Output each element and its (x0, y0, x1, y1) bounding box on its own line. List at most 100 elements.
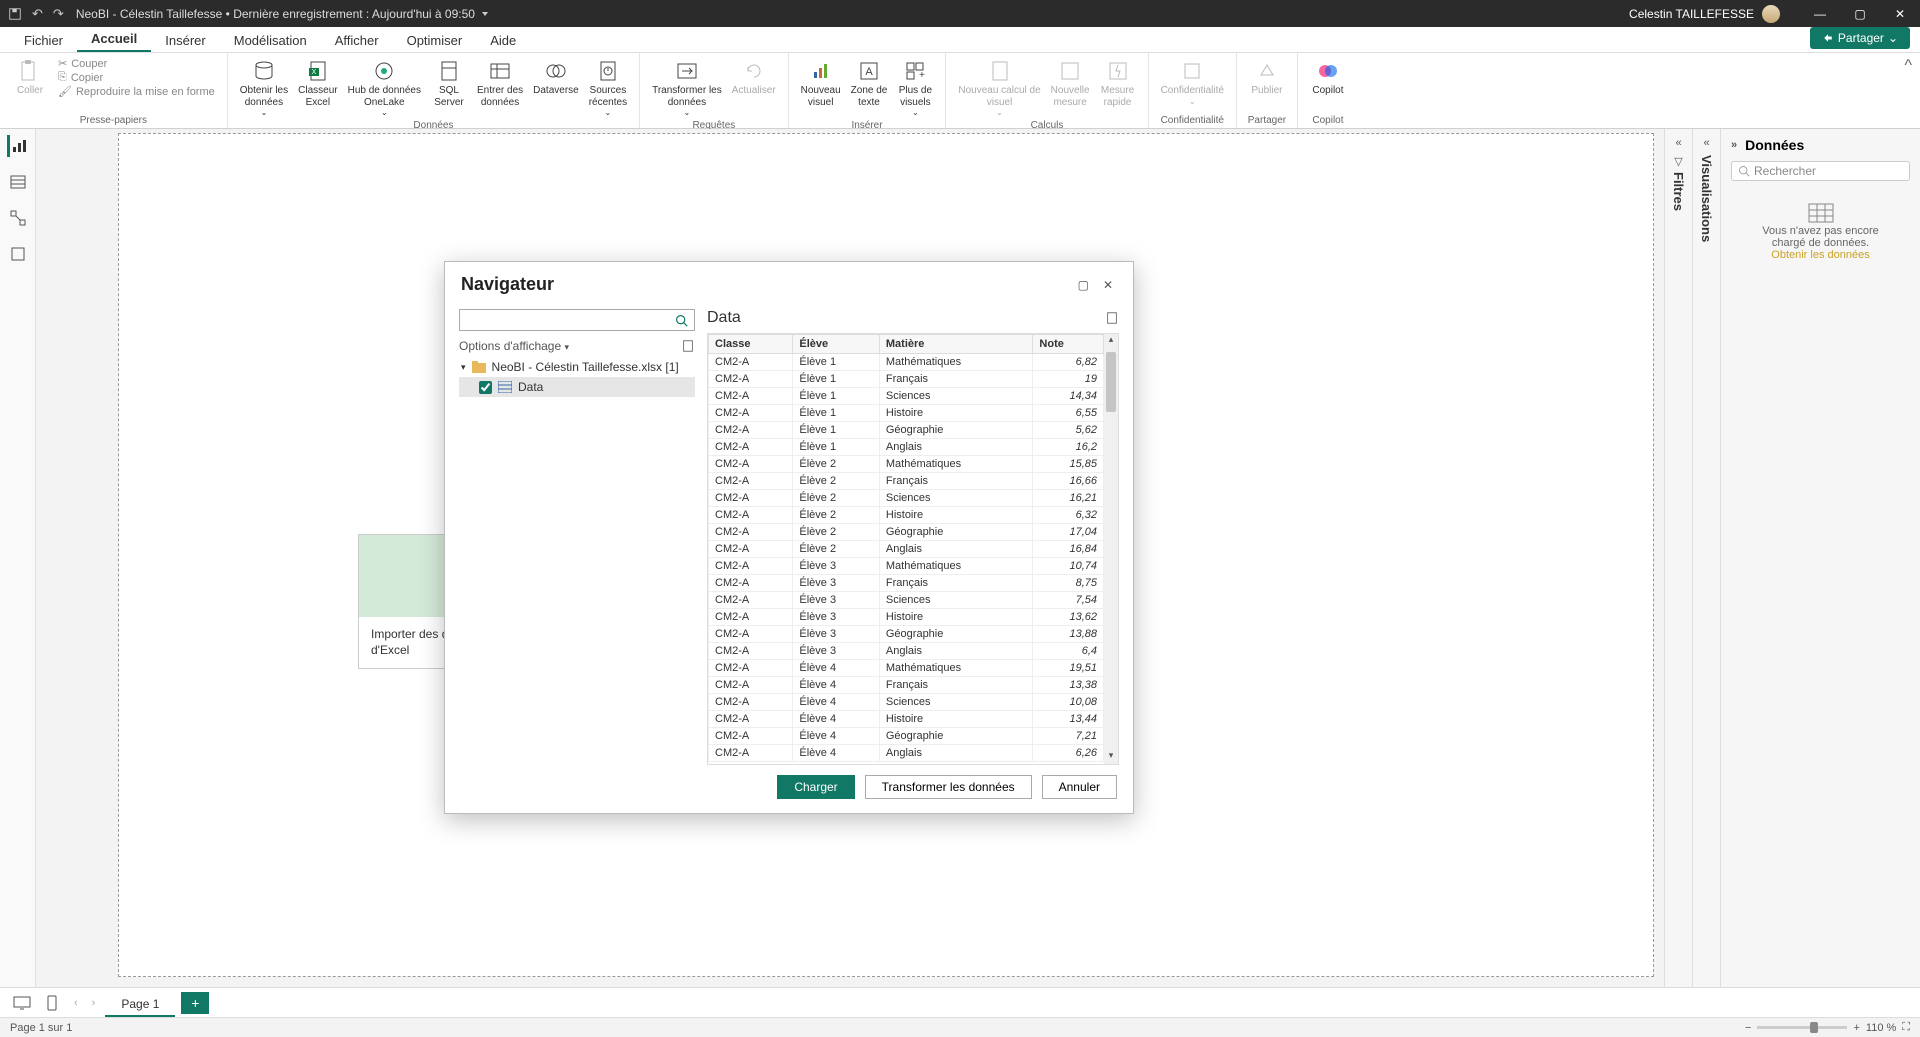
data-search[interactable]: Rechercher (1731, 161, 1910, 181)
table-row: CM2-AÉlève 2Sciences16,21 (709, 490, 1104, 507)
cut-button[interactable]: ✂Couper (54, 57, 219, 70)
ribbon-collapse-icon[interactable]: ^ (1896, 53, 1920, 128)
expand-visualisations-icon[interactable]: « (1703, 137, 1709, 149)
svg-text:A: A (865, 66, 873, 78)
scroll-thumb[interactable] (1106, 352, 1116, 412)
tab-afficher[interactable]: Afficher (321, 29, 393, 52)
new-visual-calc-button[interactable]: Nouveau calcul de visuel⌄ (954, 57, 1044, 119)
close-button[interactable]: ✕ (1880, 0, 1920, 27)
group-copilot: Copilot (1312, 114, 1343, 128)
desktop-layout-icon[interactable] (10, 991, 34, 1015)
table-checkbox[interactable] (479, 381, 492, 394)
svg-text:X: X (312, 69, 317, 76)
quick-measure-button[interactable]: Mesure rapide (1096, 57, 1140, 110)
ribbon: Coller ✂Couper ⎘Copier 🖌Reproduire la mi… (0, 53, 1920, 129)
table-row: CM2-AÉlève 3Français8,75 (709, 575, 1104, 592)
user-account[interactable]: Celestin TAILLEFESSE (1629, 5, 1780, 23)
add-page-button[interactable]: + (181, 992, 209, 1014)
paste-button[interactable]: Coller (8, 57, 52, 99)
tree-table-node[interactable]: Data (459, 377, 695, 397)
preview-options-icon[interactable] (1105, 311, 1119, 325)
table-row: CM2-AÉlève 1Histoire6,55 (709, 405, 1104, 422)
get-data-link[interactable]: Obtenir les données (1735, 249, 1906, 261)
display-options[interactable]: Options d'affichage ▾ (459, 339, 569, 353)
status-bar: Page 1 sur 1 − + 110 % ⛶ (0, 1017, 1920, 1037)
table-row: CM2-AÉlève 3Mathématiques10,74 (709, 558, 1104, 575)
undo-icon[interactable]: ↶ (32, 6, 43, 22)
enter-data-button[interactable]: Entrer des données (473, 57, 527, 110)
text-box-button[interactable]: AZone de texte (847, 57, 892, 110)
transform-data-button[interactable]: Transformer les données⌄ (648, 57, 726, 119)
mobile-layout-icon[interactable] (40, 991, 64, 1015)
expand-filters-icon[interactable]: « (1675, 137, 1681, 149)
load-button[interactable]: Charger (777, 775, 854, 799)
save-icon[interactable] (8, 7, 22, 21)
maximize-button[interactable]: ▢ (1840, 0, 1880, 27)
dataverse-button[interactable]: Dataverse (529, 57, 583, 99)
table-view-icon[interactable] (7, 171, 29, 193)
new-measure-button[interactable]: Nouvelle mesure (1047, 57, 1094, 110)
tab-inserer[interactable]: Insérer (151, 29, 219, 52)
confidentiality-button[interactable]: Confidentialité⌄ (1157, 57, 1228, 108)
get-data-button[interactable]: Obtenir les données⌄ (236, 57, 292, 119)
table-row: CM2-AÉlève 2Géographie17,04 (709, 524, 1104, 541)
more-visuals-button[interactable]: +Plus de visuels⌄ (893, 57, 937, 119)
column-header: Élève (793, 335, 880, 354)
tree-file-node[interactable]: ▾ NeoBI - Célestin Taillefesse.xlsx [1] (459, 357, 695, 377)
page-tab-1[interactable]: Page 1 (105, 989, 175, 1017)
minimize-button[interactable]: — (1800, 0, 1840, 27)
tab-modelisation[interactable]: Modélisation (220, 29, 321, 52)
scroll-down-icon[interactable]: ▾ (1104, 750, 1118, 764)
navigator-search[interactable] (459, 309, 695, 331)
fit-page-icon[interactable]: ⛶ (1902, 1021, 1910, 1034)
dialog-maximize-icon[interactable]: ▢ (1078, 278, 1089, 292)
model-view-icon[interactable] (7, 207, 29, 229)
cancel-button[interactable]: Annuler (1042, 775, 1117, 799)
zoom-in-icon[interactable]: + (1853, 1022, 1859, 1034)
report-view-icon[interactable] (7, 135, 29, 157)
table-row: CM2-AÉlève 2Anglais16,84 (709, 541, 1104, 558)
table-row: CM2-AÉlève 4Mathématiques19,51 (709, 660, 1104, 677)
recent-sources-button[interactable]: Sources récentes⌄ (585, 57, 631, 119)
publish-button[interactable]: Publier (1245, 57, 1289, 99)
preview-table: ClasseÉlèveMatièreNote CM2-AÉlève 1Mathé… (708, 334, 1104, 762)
prev-page-icon[interactable]: ‹ (70, 997, 82, 1009)
visualisations-pane-collapsed[interactable]: « Visualisations (1692, 129, 1720, 987)
expand-data-icon[interactable]: » (1731, 139, 1737, 151)
navigator-dialog: Navigateur ▢ ✕ Options d'affichage ▾ ▾ (444, 261, 1134, 814)
sql-server-button[interactable]: SQL Server (427, 57, 471, 110)
transform-button[interactable]: Transformer les données (865, 775, 1032, 799)
redo-icon[interactable]: ↷ (53, 6, 64, 22)
copilot-button[interactable]: Copilot (1306, 57, 1350, 99)
share-button[interactable]: Partager ⌄ (1810, 27, 1910, 49)
dax-view-icon[interactable] (7, 243, 29, 265)
format-painter-button[interactable]: 🖌Reproduire la mise en forme (54, 85, 219, 98)
table-row: CM2-AÉlève 1Mathématiques6,82 (709, 354, 1104, 371)
folder-icon (472, 361, 486, 373)
column-header: Matière (879, 335, 1033, 354)
next-page-icon[interactable]: › (88, 997, 100, 1009)
dialog-close-icon[interactable]: ✕ (1103, 278, 1113, 292)
onelake-button[interactable]: Hub de données OneLake⌄ (344, 57, 425, 119)
preview-scrollbar[interactable]: ▴ ▾ (1104, 334, 1118, 764)
filters-pane-collapsed[interactable]: « ▽ Filtres (1664, 129, 1692, 987)
data-pane-title: Données (1745, 137, 1910, 153)
tab-fichier[interactable]: Fichier (10, 29, 77, 52)
refresh-button[interactable]: Actualiser (728, 57, 780, 99)
tab-optimiser[interactable]: Optimiser (393, 29, 477, 52)
tab-aide[interactable]: Aide (476, 29, 530, 52)
scroll-up-icon[interactable]: ▴ (1104, 334, 1118, 348)
table-icon (498, 381, 512, 393)
table-row: CM2-AÉlève 2Français16,66 (709, 473, 1104, 490)
group-conf: Confidentialité (1161, 114, 1224, 128)
excel-workbook-button[interactable]: XClasseur Excel (294, 57, 341, 110)
new-visual-button[interactable]: Nouveau visuel (797, 57, 845, 110)
table-row: CM2-AÉlève 1Anglais16,2 (709, 439, 1104, 456)
tab-accueil[interactable]: Accueil (77, 27, 151, 52)
table-row: CM2-AÉlève 3Sciences7,54 (709, 592, 1104, 609)
zoom-out-icon[interactable]: − (1745, 1022, 1751, 1034)
copy-button[interactable]: ⎘Copier (54, 71, 219, 84)
zoom-slider[interactable] (1757, 1026, 1847, 1029)
refresh-preview-icon[interactable] (681, 339, 695, 353)
table-row: CM2-AÉlève 1Français19 (709, 371, 1104, 388)
